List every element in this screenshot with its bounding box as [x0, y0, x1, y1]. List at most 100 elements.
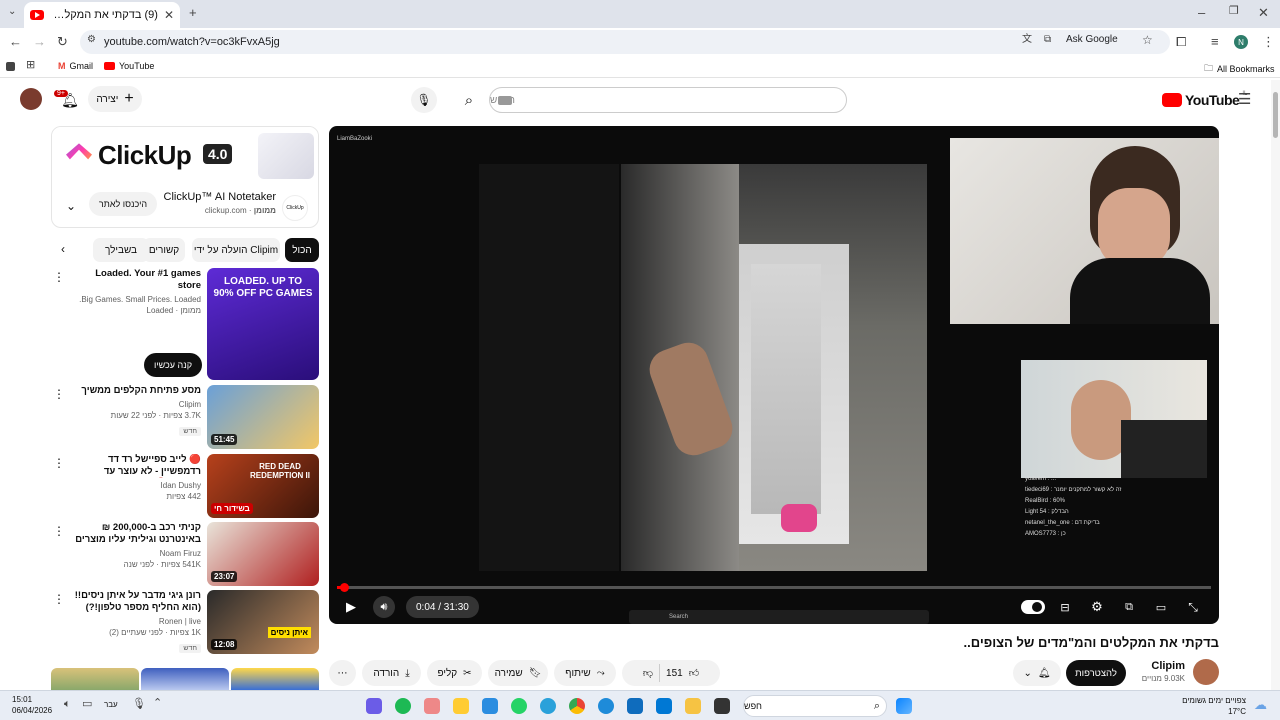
- create-button[interactable]: + יצירה: [88, 86, 142, 112]
- buy-now-button[interactable]: קנה עכשיו: [144, 353, 202, 377]
- more-options-icon[interactable]: ⋮: [53, 387, 65, 401]
- restore-icon[interactable]: ❐: [1229, 6, 1239, 17]
- tray-chevron-icon[interactable]: ⌃: [153, 698, 162, 709]
- more-options-icon[interactable]: ⋮: [53, 592, 65, 606]
- speaker-icon[interactable]: 🔈︎: [64, 699, 71, 710]
- video-title[interactable]: מסע פתיחת הקלפים ממשיך: [71, 385, 201, 397]
- sidebar-ad[interactable]: ClickUp 4.0 ⌄ היכנסו לאתר ClickUp™ AI No…: [51, 126, 319, 228]
- apps-grid-icon[interactable]: ⊞: [26, 60, 35, 71]
- spotify-icon[interactable]: [395, 698, 411, 714]
- bookmark-gmail[interactable]: M Gmail: [58, 61, 93, 71]
- chrome-taskbar-icon[interactable]: [569, 698, 585, 714]
- autoplay-toggle[interactable]: [1021, 600, 1045, 614]
- language-indicator[interactable]: עבר: [104, 700, 118, 709]
- chip-all[interactable]: הכול: [285, 238, 319, 262]
- progress-knob[interactable]: [340, 583, 349, 592]
- voice-search-icon[interactable]: 🎙︎: [411, 87, 437, 113]
- video-thumbnail[interactable]: [141, 668, 229, 690]
- start-windows-icon[interactable]: [896, 698, 912, 714]
- minimize-icon[interactable]: –: [1198, 6, 1205, 19]
- visit-site-button[interactable]: היכנסו לאתר: [89, 192, 157, 216]
- discord-icon[interactable]: [366, 698, 382, 714]
- save-button[interactable]: 🔖︎ שמירה: [488, 660, 548, 686]
- clock[interactable]: 15:01 06/04/2026: [12, 694, 52, 716]
- volume-icon[interactable]: 🔊︎: [373, 596, 395, 618]
- subscribe-button[interactable]: להצטרפות: [1066, 660, 1126, 686]
- more-options-icon[interactable]: ⋮: [53, 524, 65, 538]
- video-thumbnail[interactable]: 51:45: [207, 385, 319, 449]
- app-icon[interactable]: [453, 698, 469, 714]
- video-title[interactable]: 🔴 לייב ספיישל רד דד רדמפשיין - לא עוצר ע…: [71, 454, 201, 478]
- chrome-menu-icon[interactable]: ⋮: [1262, 35, 1275, 48]
- video-title[interactable]: קניתי רכב ב-200,000 ₪ באינטרנט וגיליתי ע…: [71, 522, 201, 546]
- new-tab-icon[interactable]: +: [189, 6, 197, 19]
- forward-icon[interactable]: →: [33, 35, 46, 48]
- chip-related[interactable]: קשורים: [143, 238, 185, 262]
- network-icon[interactable]: ▭: [82, 699, 92, 710]
- video-thumbnail[interactable]: RED DEAD REDEMPTION II בשידור חי: [207, 454, 319, 518]
- youtube-logo[interactable]: YouTube IL: [1162, 91, 1247, 108]
- app-icon[interactable]: [482, 698, 498, 714]
- video-player[interactable]: LiamBaZooki yoavem : ... tiedeci69 : זה …: [329, 126, 1219, 624]
- video-thumbnail[interactable]: [231, 668, 319, 690]
- like-button[interactable]: 👍︎ 151: [666, 667, 699, 680]
- list-item[interactable]: 51:45 מסע פתיחת הקלפים ממשיך Clipim 3.7K…: [51, 385, 319, 449]
- page-scrollbar[interactable]: [1271, 80, 1280, 690]
- thumbs-down-icon[interactable]: 👎︎: [643, 667, 653, 679]
- chip-for-you[interactable]: בשבילך: [93, 238, 149, 262]
- weather-widget[interactable]: צפויים ימים גשומים 17°C: [1182, 695, 1246, 717]
- app-icon[interactable]: [714, 698, 730, 714]
- app-icon[interactable]: [424, 698, 440, 714]
- browser-tab[interactable]: ✕ (9) בדקתי את המקלטים והמ"מ: [24, 2, 180, 28]
- reload-icon[interactable]: ↻: [57, 35, 68, 48]
- more-options-icon[interactable]: ⋮: [53, 456, 65, 470]
- file-explorer-icon[interactable]: [685, 698, 701, 714]
- hamburger-menu-icon[interactable]: ☰: [1238, 92, 1251, 107]
- all-bookmarks[interactable]: 🗀 All Bookmarks: [1204, 61, 1275, 77]
- subtitles-icon[interactable]: ⊟: [1055, 596, 1075, 618]
- close-window-icon[interactable]: ✕: [1258, 6, 1269, 19]
- channel-avatar[interactable]: [1193, 659, 1219, 685]
- microphone-icon[interactable]: 🎙︎: [132, 699, 146, 710]
- clip-button[interactable]: ✂ קליפ: [427, 660, 482, 686]
- ask-google-button[interactable]: Ask Google: [1066, 34, 1118, 45]
- video-title[interactable]: Loaded. Your #1 games store: [71, 268, 201, 292]
- tab-search-icon[interactable]: ⌄: [8, 7, 16, 17]
- chip-uploaded-by[interactable]: הועלה על ידי Clipim: [192, 238, 280, 262]
- list-item[interactable]: RED DEAD REDEMPTION II בשידור חי 🔴 לייב …: [51, 454, 319, 518]
- video-title[interactable]: רונן גיגי מדבר על איתן ניסים!! (הוא החלי…: [71, 590, 201, 614]
- video-thumbnail[interactable]: איתן ניסים 12:08: [207, 590, 319, 654]
- bookmark-star-icon[interactable]: ☆: [1142, 34, 1153, 46]
- settings-gear-icon[interactable]: ⚙: [1087, 596, 1107, 618]
- cast-tab-icon[interactable]: ⧉: [1044, 35, 1051, 45]
- store-icon[interactable]: [656, 698, 672, 714]
- video-thumbnail[interactable]: [51, 668, 139, 690]
- profile-avatar[interactable]: N: [1234, 35, 1248, 49]
- keyboard-icon[interactable]: [498, 96, 512, 105]
- list-item[interactable]: איתן ניסים 12:08 רונן גיגי מדבר על איתן …: [51, 590, 319, 654]
- video-thumbnail[interactable]: 23:07: [207, 522, 319, 586]
- edge-icon[interactable]: [598, 698, 614, 714]
- back-icon[interactable]: ←: [9, 35, 22, 48]
- download-button[interactable]: ⤓ הורדה: [362, 660, 421, 686]
- more-options-icon[interactable]: ⋮: [53, 270, 65, 284]
- scrollbar-thumb[interactable]: [1273, 92, 1278, 138]
- notification-settings-button[interactable]: 🔔︎ ⌄: [1013, 660, 1061, 686]
- share-button[interactable]: ⤳ שיתוף: [554, 660, 616, 686]
- site-info-icon[interactable]: ⚙: [87, 35, 96, 45]
- outlook-icon[interactable]: [627, 698, 643, 714]
- cast-icon[interactable]: ▭: [1151, 596, 1171, 618]
- channel-name-main[interactable]: Clipim: [1142, 660, 1185, 672]
- translate-icon[interactable]: 文: [1022, 35, 1032, 45]
- close-tab-icon[interactable]: ✕: [164, 8, 174, 22]
- search-button-icon[interactable]: ⌕: [455, 87, 483, 113]
- play-icon[interactable]: ▶: [341, 596, 361, 618]
- video-thumbnail[interactable]: LOADED. UP TO 90% OFF PC GAMES: [207, 268, 319, 380]
- media-icon[interactable]: ≡: [1211, 35, 1219, 48]
- extensions-icon[interactable]: ⧠: [1176, 35, 1186, 48]
- address-bar[interactable]: ⚙ youtube.com/watch?v=oc3kFvxA5jg 文 ⧉ As…: [80, 30, 1170, 54]
- miniplayer-icon[interactable]: ⧉: [1119, 596, 1139, 618]
- chevron-down-icon[interactable]: ⌄: [66, 199, 76, 213]
- chips-scroll-left-icon[interactable]: ‹: [61, 242, 65, 256]
- list-item[interactable]: 23:07 קניתי רכב ב-200,000 ₪ באינטרנט וגי…: [51, 522, 319, 586]
